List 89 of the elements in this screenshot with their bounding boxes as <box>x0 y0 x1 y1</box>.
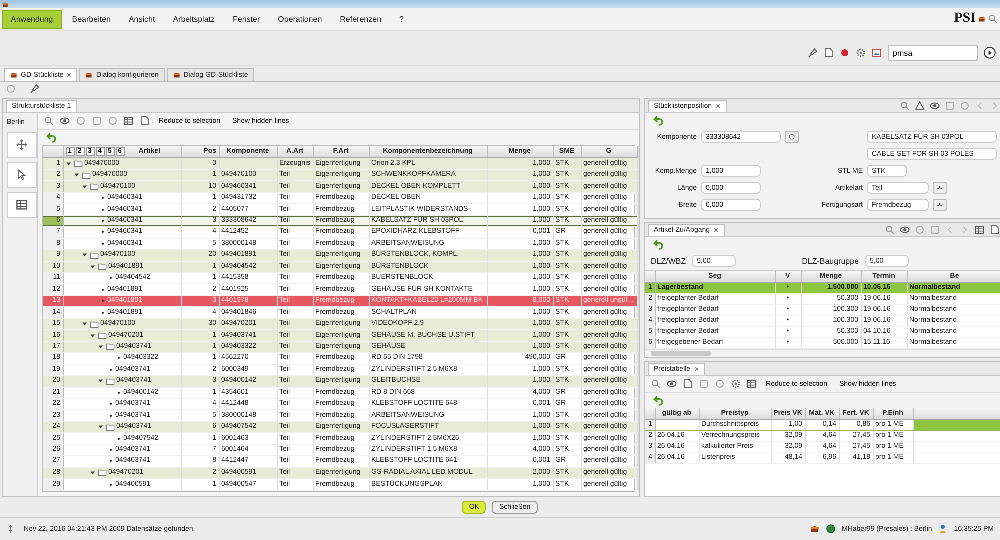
bullet-icon <box>108 447 114 454</box>
bullet-icon <box>100 195 106 202</box>
page-icon[interactable] <box>683 379 693 389</box>
image-icon[interactable] <box>872 48 882 58</box>
logo: PSI <box>954 11 976 27</box>
box-icon <box>172 71 181 79</box>
bullet-icon <box>116 436 122 442</box>
close-icon[interactable]: × <box>694 365 700 374</box>
folder-icon <box>106 376 114 386</box>
eye-icon[interactable] <box>930 100 940 110</box>
bullet-icon <box>108 482 114 488</box>
table-icon[interactable] <box>975 224 985 234</box>
logo-icon <box>978 15 986 23</box>
menu-item[interactable]: Arbeitsplatz <box>165 10 223 28</box>
box-icon <box>810 524 820 534</box>
eye-icon[interactable] <box>900 224 910 234</box>
box-icon <box>10 71 18 79</box>
warning-icon[interactable] <box>915 100 925 110</box>
bullet-icon <box>100 218 106 224</box>
undo-icon[interactable] <box>653 395 664 406</box>
bullet-icon <box>100 310 106 316</box>
menu-item[interactable]: ? <box>392 10 412 28</box>
bullet-icon <box>108 401 114 408</box>
bullet-icon <box>100 240 106 247</box>
close-icon[interactable]: × <box>714 226 719 235</box>
folder-icon <box>98 468 106 478</box>
table-cell <box>655 420 699 430</box>
table-icon <box>16 199 28 211</box>
undo-icon[interactable] <box>653 239 664 250</box>
gear-icon[interactable] <box>731 379 741 389</box>
field-label: DLZ-Baugruppe <box>802 256 860 266</box>
status-icon <box>826 524 836 534</box>
page-icon[interactable] <box>824 48 834 58</box>
dropdown-button[interactable] <box>933 199 947 211</box>
menu-item[interactable]: Operationen <box>270 10 330 28</box>
table-icon[interactable] <box>747 379 757 389</box>
menu-item[interactable]: Ansicht <box>120 10 164 28</box>
bullet-icon <box>116 355 122 362</box>
folder-icon <box>106 422 114 432</box>
bullet-icon <box>100 286 106 293</box>
side-tab[interactable] <box>7 162 37 188</box>
search-icon[interactable] <box>988 14 998 24</box>
app-icon <box>2 0 9 8</box>
eye-icon[interactable] <box>667 379 677 389</box>
undo-icon[interactable] <box>653 115 664 126</box>
gear-icon[interactable] <box>856 48 866 58</box>
close-icon[interactable]: × <box>716 102 721 111</box>
dots-icon <box>936 201 944 209</box>
table-cell <box>219 158 277 170</box>
box-icon <box>85 71 94 79</box>
side-tab[interactable] <box>7 132 37 158</box>
undo-icon[interactable] <box>46 132 57 143</box>
pin-icon[interactable] <box>808 48 818 58</box>
user-icon <box>938 524 948 534</box>
expand-arrow-icon[interactable] <box>98 378 104 384</box>
bullet-icon <box>100 298 106 304</box>
search-icon[interactable] <box>651 379 661 389</box>
bullet-icon <box>108 275 114 282</box>
search-icon[interactable] <box>44 116 54 126</box>
expand-arrow-icon[interactable] <box>90 470 96 476</box>
dots-icon <box>936 184 944 192</box>
record-icon[interactable] <box>840 48 850 58</box>
lookup-icon <box>788 133 796 141</box>
page-icon[interactable] <box>990 224 1000 234</box>
menu-item[interactable]: Referenzen <box>332 10 390 28</box>
go-icon[interactable] <box>984 47 996 59</box>
bullet-icon <box>108 366 114 373</box>
field-label: DLZ/WBZ <box>651 256 686 266</box>
move-icon <box>16 139 28 151</box>
bullet-icon <box>100 206 106 213</box>
search-field[interactable]: pmsa <box>888 45 978 61</box>
dropdown-button[interactable] <box>933 182 947 194</box>
menu-item[interactable]: Fenster <box>225 10 268 28</box>
bullet-icon <box>108 412 114 419</box>
bullet-icon <box>116 390 122 396</box>
pin-icon[interactable] <box>30 84 40 94</box>
menu-item[interactable]: Anwendung <box>2 10 62 28</box>
page-icon[interactable] <box>140 116 150 126</box>
table-icon[interactable] <box>124 116 134 126</box>
lookup-button[interactable] <box>785 131 799 143</box>
bullet-icon <box>100 229 106 236</box>
bullet-icon <box>108 458 114 464</box>
cursor-icon <box>16 169 28 181</box>
eye-icon[interactable] <box>60 116 70 126</box>
expand-arrow-icon[interactable] <box>98 424 104 430</box>
menu-item[interactable]: Bearbeiten <box>64 10 119 28</box>
scrollbar[interactable] <box>645 349 1000 357</box>
side-tab[interactable] <box>7 192 37 218</box>
close-icon[interactable]: × <box>66 70 72 80</box>
